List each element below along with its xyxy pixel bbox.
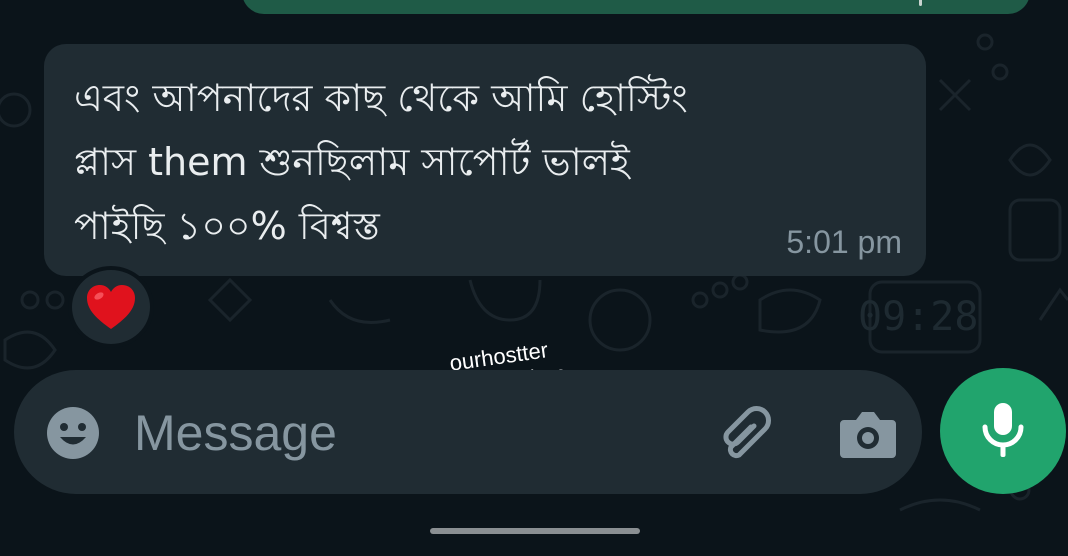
emoji-button[interactable] <box>44 404 102 462</box>
message-input[interactable] <box>132 394 636 472</box>
voice-message-button[interactable] <box>940 368 1066 494</box>
message-composer <box>14 370 922 494</box>
message-reaction[interactable] <box>68 266 154 348</box>
emoji-icon <box>47 407 99 459</box>
camera-icon <box>840 412 896 458</box>
previous-outgoing-bubble <box>242 0 1030 14</box>
attach-button[interactable] <box>714 404 778 468</box>
home-indicator[interactable] <box>430 528 640 534</box>
microphone-icon <box>982 403 1024 457</box>
message-line: প্লাস them শুনছিলাম সাপোর্ট ভালই <box>74 140 630 184</box>
message-timestamp: 5:01 pm <box>786 224 902 260</box>
message-line: পাইছি ১০০% বিশ্বস্ত <box>74 204 380 248</box>
paperclip-icon <box>723 406 771 459</box>
message-text: এবং আপনাদের কাছ থেকে আমি হোস্টিং প্লাস t… <box>74 66 894 258</box>
read-tick-fragment <box>919 0 922 6</box>
heart-icon <box>87 285 135 329</box>
incoming-message-bubble[interactable]: এবং আপনাদের কাছ থেকে আমি হোস্টিং প্লাস t… <box>44 44 926 276</box>
svg-text:09:28: 09:28 <box>858 294 978 340</box>
message-line: এবং আপনাদের কাছ থেকে আমি হোস্টিং <box>74 76 688 120</box>
camera-button[interactable] <box>836 404 900 464</box>
